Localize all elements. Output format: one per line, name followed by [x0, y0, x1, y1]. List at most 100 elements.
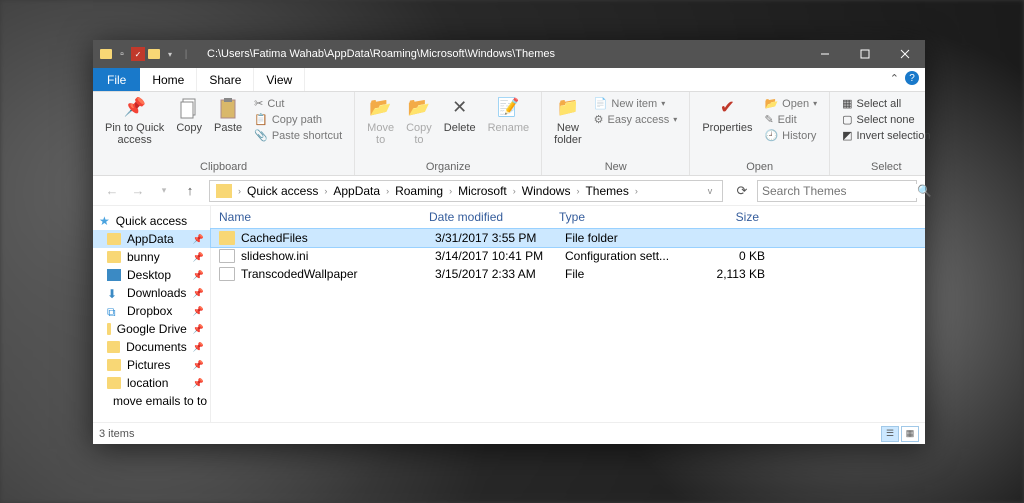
- minimize-button[interactable]: [805, 40, 845, 68]
- nav-item-dropbox[interactable]: ⧉Dropbox📌: [93, 302, 210, 320]
- group-label-organize: Organize: [361, 161, 535, 175]
- nav-item-pictures[interactable]: Pictures📌: [93, 356, 210, 374]
- qat-dropdown-icon[interactable]: ▾: [163, 47, 177, 61]
- group-label-open: Open: [696, 161, 823, 175]
- icons-view-button[interactable]: ▦: [901, 426, 919, 442]
- file-list: Name Date modified Type Size CachedFiles…: [211, 206, 925, 422]
- nav-item-downloads[interactable]: ⬇Downloads📌: [93, 284, 210, 302]
- collapse-ribbon-button[interactable]: ⌃: [890, 72, 899, 85]
- address-bar: ← → ▾ ↑ › Quick access› AppData› Roaming…: [93, 176, 925, 206]
- pin-icon: 📌: [193, 234, 204, 245]
- move-to-button[interactable]: 📂 Move to: [361, 94, 400, 148]
- minimize-icon: [820, 49, 830, 59]
- nav-item-bunny[interactable]: bunny📌: [93, 248, 210, 266]
- delete-button[interactable]: ✕ Delete: [438, 94, 482, 136]
- new-folder-button[interactable]: 📁 New folder: [548, 94, 588, 148]
- nav-recent-button[interactable]: ▾: [153, 180, 175, 202]
- paste-shortcut-button[interactable]: 📎Paste shortcut: [252, 128, 344, 143]
- paste-icon: [216, 96, 240, 120]
- col-date[interactable]: Date modified: [429, 210, 559, 224]
- col-type[interactable]: Type: [559, 210, 679, 224]
- folder-icon: [107, 323, 111, 335]
- address-dropdown-icon[interactable]: v: [700, 186, 720, 196]
- file-icon: [219, 249, 235, 263]
- delete-icon: ✕: [448, 96, 472, 120]
- search-icon: 🔍: [917, 184, 932, 198]
- folder-icon: [107, 341, 120, 353]
- col-name[interactable]: Name: [219, 210, 429, 224]
- maximize-button[interactable]: [845, 40, 885, 68]
- shortcut-icon: 📎: [254, 129, 268, 142]
- tab-home[interactable]: Home: [140, 68, 197, 91]
- folder-icon: [107, 251, 121, 263]
- pin-icon: 📌: [193, 252, 204, 263]
- select-all-button[interactable]: ▦Select all: [840, 96, 932, 111]
- crumb-themes[interactable]: Themes: [581, 184, 632, 198]
- nav-quick-access[interactable]: ★ Quick access: [93, 212, 210, 230]
- new-folder-icon: 📁: [556, 96, 580, 120]
- rename-button[interactable]: 📝 Rename: [482, 94, 536, 136]
- nav-item-desktop[interactable]: Desktop📌: [93, 266, 210, 284]
- history-button[interactable]: 🕘History: [762, 128, 819, 143]
- qat-save-icon[interactable]: ▫: [115, 47, 129, 61]
- crumb-quick-access[interactable]: Quick access: [243, 184, 322, 198]
- edit-button[interactable]: ✎Edit: [762, 112, 819, 127]
- select-none-button[interactable]: ▢Select none: [840, 112, 932, 127]
- easy-icon: ⚙: [594, 113, 604, 126]
- titlebar[interactable]: ▫ ✓ ▾ | C:\Users\Fatima Wahab\AppData\Ro…: [93, 40, 925, 68]
- column-headers[interactable]: Name Date modified Type Size: [211, 206, 925, 229]
- properties-button[interactable]: ✔ Properties: [696, 94, 758, 136]
- new-item-button[interactable]: 📄New item ▾: [592, 96, 680, 111]
- col-size[interactable]: Size: [679, 210, 759, 224]
- copy-button[interactable]: Copy: [170, 94, 208, 136]
- search-box[interactable]: 🔍: [757, 180, 917, 202]
- file-row[interactable]: slideshow.ini 3/14/2017 10:41 PM Configu…: [211, 247, 925, 265]
- folder-icon: [107, 233, 121, 245]
- selectall-icon: ▦: [842, 97, 852, 110]
- nav-item-move-emails[interactable]: move emails to to: [93, 392, 210, 410]
- cut-button[interactable]: ✂Cut: [252, 96, 344, 111]
- tab-share[interactable]: Share: [197, 68, 254, 91]
- search-input[interactable]: [762, 184, 917, 198]
- open-button[interactable]: 📂Open ▾: [762, 96, 819, 111]
- help-button[interactable]: ?: [905, 71, 919, 85]
- copy-to-button[interactable]: 📂 Copy to: [400, 94, 438, 148]
- newitem-icon: 📄: [594, 97, 608, 110]
- maximize-icon: [860, 49, 870, 59]
- dropbox-icon: ⧉: [107, 305, 121, 317]
- nav-item-gdrive[interactable]: Google Drive📌: [93, 320, 210, 338]
- breadcrumb[interactable]: › Quick access› AppData› Roaming› Micros…: [209, 180, 723, 202]
- file-row[interactable]: CachedFiles 3/31/2017 3:55 PM File folde…: [211, 229, 925, 247]
- crumb-windows[interactable]: Windows: [518, 184, 575, 198]
- nav-item-appdata[interactable]: AppData📌: [93, 230, 210, 248]
- invert-selection-button[interactable]: ◩Invert selection: [840, 128, 932, 143]
- qat-check-icon[interactable]: ✓: [131, 47, 145, 61]
- pin-icon: 📌: [193, 288, 204, 299]
- easy-access-button[interactable]: ⚙Easy access ▾: [592, 112, 680, 127]
- copy-path-button[interactable]: 📋Copy path: [252, 112, 344, 127]
- history-icon: 🕘: [764, 129, 778, 142]
- crumb-microsoft[interactable]: Microsoft: [454, 184, 511, 198]
- close-button[interactable]: [885, 40, 925, 68]
- nav-back-button[interactable]: ←: [101, 180, 123, 202]
- nav-item-location[interactable]: location📌: [93, 374, 210, 392]
- nav-forward-button[interactable]: →: [127, 180, 149, 202]
- edit-icon: ✎: [764, 113, 773, 126]
- open-icon: 📂: [764, 97, 778, 110]
- item-count: 3 items: [99, 428, 134, 440]
- details-view-button[interactable]: ☰: [881, 426, 899, 442]
- star-icon: ★: [99, 214, 110, 228]
- crumb-roaming[interactable]: Roaming: [391, 184, 447, 198]
- close-icon: [900, 49, 910, 59]
- file-row[interactable]: TranscodedWallpaper 3/15/2017 2:33 AM Fi…: [211, 265, 925, 283]
- nav-up-button[interactable]: ↑: [179, 180, 201, 202]
- tab-file[interactable]: File: [93, 68, 140, 91]
- refresh-button[interactable]: ⟳: [731, 180, 753, 202]
- tab-view[interactable]: View: [254, 68, 305, 91]
- nav-item-documents[interactable]: Documents📌: [93, 338, 210, 356]
- paste-button[interactable]: Paste: [208, 94, 248, 136]
- qat-overflow-icon[interactable]: [147, 47, 161, 61]
- pin-quick-access-button[interactable]: 📌 Pin to Quick access: [99, 94, 170, 148]
- crumb-appdata[interactable]: AppData: [329, 184, 384, 198]
- ribbon: 📌 Pin to Quick access Copy Paste ✂C: [93, 92, 925, 176]
